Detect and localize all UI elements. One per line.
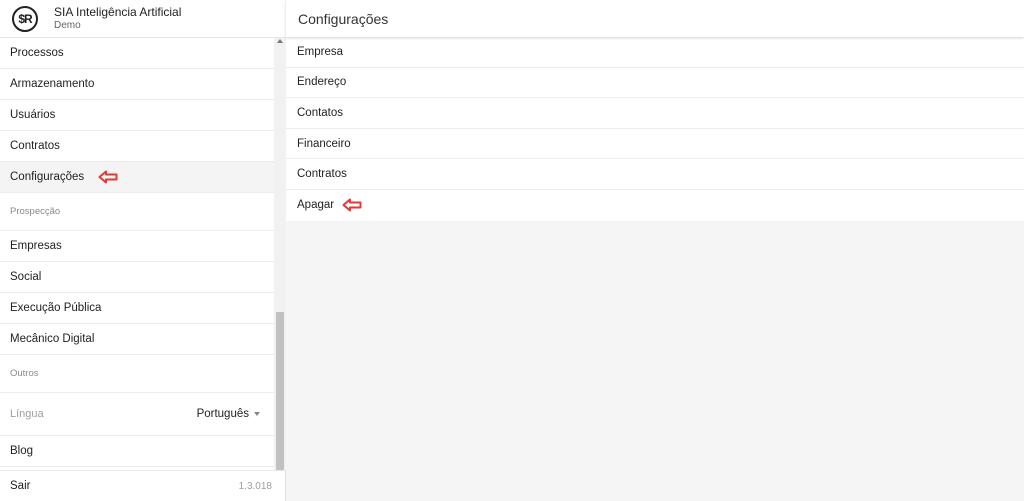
sidebar-item-blog[interactable]: Blog: [0, 436, 274, 467]
list-item-label: Endereço: [297, 76, 347, 89]
brand-header[interactable]: $R SIA Inteligência Artificial Demo: [0, 0, 286, 38]
sidebar-item-label: Social: [10, 271, 42, 283]
settings-item-empresa[interactable]: Empresa: [286, 37, 1024, 68]
settings-item-endereco[interactable]: Endereço: [286, 68, 1024, 99]
sidebar-item-label: Contratos: [10, 140, 60, 152]
version-label: 1.3.018: [238, 480, 272, 492]
sidebar-item-social[interactable]: Social: [0, 262, 274, 293]
language-label: Língua: [10, 408, 44, 420]
sidebar-item-label: Empresas: [10, 240, 62, 252]
scroll-up-arrow-icon[interactable]: [277, 39, 283, 43]
red-arrow-left-icon: [342, 198, 362, 212]
brand-subtitle: Demo: [54, 19, 81, 31]
sidebar-item-label: Mecânico Digital: [10, 333, 95, 345]
app-window: $R SIA Inteligência Artificial Demo Proc…: [0, 0, 1024, 501]
sidebar-item-label: Execução Pública: [10, 302, 102, 314]
settings-item-financeiro[interactable]: Financeiro: [286, 129, 1024, 160]
caret-down-icon: [254, 412, 260, 416]
list-item-label: Financeiro: [297, 137, 351, 150]
sidebar-footer: Sair 1.3.018: [0, 470, 286, 501]
logout-button[interactable]: Sair: [10, 480, 30, 492]
sidebar-item-armazenamento[interactable]: Armazenamento: [0, 69, 274, 100]
logo: $R: [12, 5, 38, 32]
sidebar-item-label: Blog: [10, 445, 34, 457]
page-title: Configurações: [286, 0, 1024, 37]
list-item-label: Empresa: [297, 45, 344, 58]
sidebar: $R SIA Inteligência Artificial Demo Proc…: [0, 0, 286, 501]
sidebar-item-label: Usuários: [10, 109, 56, 121]
settings-item-contratos[interactable]: Contratos: [286, 159, 1024, 190]
sidebar-scrollbar[interactable]: [274, 38, 286, 470]
list-item-label: Apagar: [297, 199, 335, 212]
list-item-label: Contatos: [297, 106, 344, 119]
sidebar-item-execucao-publica[interactable]: Execução Pública: [0, 293, 274, 324]
sidebar-item-contratos[interactable]: Contratos: [0, 131, 274, 162]
language-row: Língua Português: [0, 393, 274, 436]
sidebar-item-label: Armazenamento: [10, 78, 95, 90]
sidebar-item-label: Configurações: [10, 171, 85, 183]
settings-item-contatos[interactable]: Contatos: [286, 98, 1024, 129]
brand-text: SIA Inteligência Artificial Demo: [54, 4, 182, 32]
list-item-label: Contratos: [297, 168, 347, 181]
scrollbar-thumb[interactable]: [276, 312, 284, 470]
sidebar-item-mecanico-digital[interactable]: Mecânico Digital: [0, 324, 274, 355]
sidebar-item-processos[interactable]: Processos: [0, 38, 274, 69]
settings-item-apagar[interactable]: Apagar: [286, 190, 1024, 221]
section-prospeccao: Prospecção: [0, 193, 274, 231]
sidebar-nav: Processos Armazenamento Usuários Contrat…: [0, 38, 274, 470]
sidebar-item-empresas[interactable]: Empresas: [0, 231, 274, 262]
language-select[interactable]: Português: [197, 408, 260, 420]
sidebar-item-label: Processos: [10, 47, 64, 59]
brand-title: SIA Inteligência Artificial: [54, 4, 182, 19]
sidebar-item-configuracoes[interactable]: Configurações: [0, 162, 274, 193]
red-arrow-left-icon: [98, 170, 118, 184]
section-outros: Outros: [0, 355, 274, 393]
main-panel: Configurações Empresa Endereço Contatos …: [286, 0, 1024, 501]
language-value: Português: [196, 408, 249, 420]
sidebar-item-usuarios[interactable]: Usuários: [0, 100, 274, 131]
settings-list: Empresa Endereço Contatos Financeiro Con…: [286, 37, 1024, 221]
